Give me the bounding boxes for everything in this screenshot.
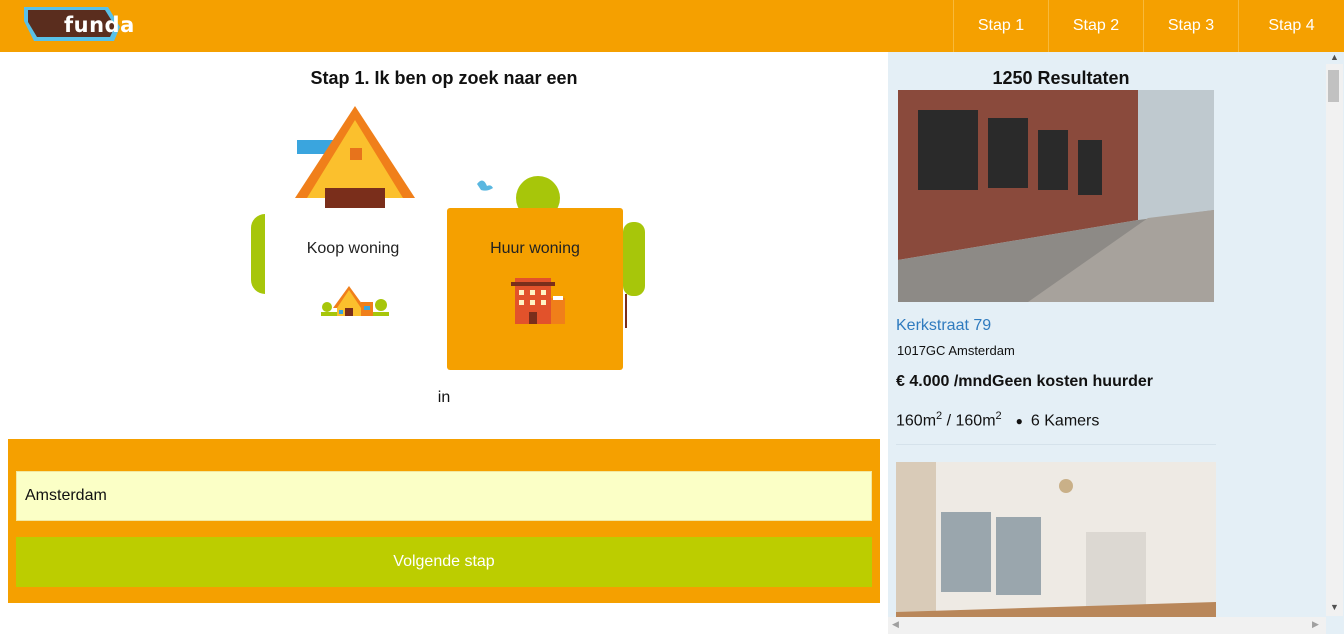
funda-logo[interactable]: funda [22, 5, 134, 43]
rent-house-option[interactable]: Huur woning [447, 208, 623, 370]
room-count: 6 Kamers [1030, 412, 1100, 430]
step-4-link[interactable]: Stap 4 [1238, 0, 1344, 52]
listing-divider [896, 444, 1216, 445]
scroll-right-icon[interactable]: ▶ [1312, 619, 1319, 630]
next-step-button[interactable]: Volgende stap [16, 537, 872, 587]
listing-address-link[interactable]: Kerkstraat 79 [896, 317, 991, 335]
location-input[interactable] [16, 471, 872, 521]
step-1-link[interactable]: Stap 1 [953, 0, 1048, 52]
results-vertical-scrollbar[interactable]: ▲ ▼ [1326, 52, 1343, 616]
logo-text: funda [64, 13, 135, 37]
in-label: in [437, 389, 451, 406]
listing-price: € 4.000 /mndGeen kosten huurder [896, 373, 1153, 390]
page-title: Stap 1. Ik ben op zoek naar een [310, 68, 578, 88]
buy-house-label: Koop woning [306, 240, 400, 257]
step-form-area: Stap 1. Ik ben op zoek naar een Koop won… [0, 52, 888, 634]
scroll-down-icon[interactable]: ▼ [1330, 602, 1339, 612]
listing-photo-interior[interactable] [896, 462, 1216, 622]
results-count: 1250 Resultaten [992, 68, 1130, 88]
step-3-link[interactable]: Stap 3 [1143, 0, 1238, 52]
listing-specs: 160m2 / 160m2 ● 6 Kamers [896, 410, 1100, 430]
plot-area: 160m [955, 412, 996, 430]
listing-postcode-city: 1017GC Amsterdam [897, 343, 1015, 358]
apartment-building-icon [511, 278, 565, 324]
results-panel: 1250 Resultaten Kerkstraat 79 1017GC Ams… [888, 52, 1344, 634]
bullet-icon: ● [1015, 414, 1023, 429]
scroll-left-icon[interactable]: ◀ [892, 619, 899, 630]
living-area: 160m [896, 412, 937, 430]
scrollbar-thumb[interactable] [1328, 70, 1339, 102]
rent-house-label: Huur woning [490, 240, 580, 257]
area-separator: / [942, 412, 956, 430]
top-header: funda Stap 1 Stap 2 Stap 3 Stap 4 [0, 0, 1344, 52]
step-nav: Stap 1 Stap 2 Stap 3 Stap 4 [953, 0, 1344, 52]
buy-house-option[interactable]: Koop woning [265, 208, 441, 370]
results-horizontal-scrollbar[interactable]: ◀ ▶ [888, 617, 1326, 634]
listing-photo-street[interactable] [898, 90, 1214, 302]
step-2-link[interactable]: Stap 2 [1048, 0, 1143, 52]
location-form: Volgende stap [8, 439, 880, 603]
house-icon [321, 286, 389, 316]
scroll-up-icon[interactable]: ▲ [1330, 52, 1339, 62]
